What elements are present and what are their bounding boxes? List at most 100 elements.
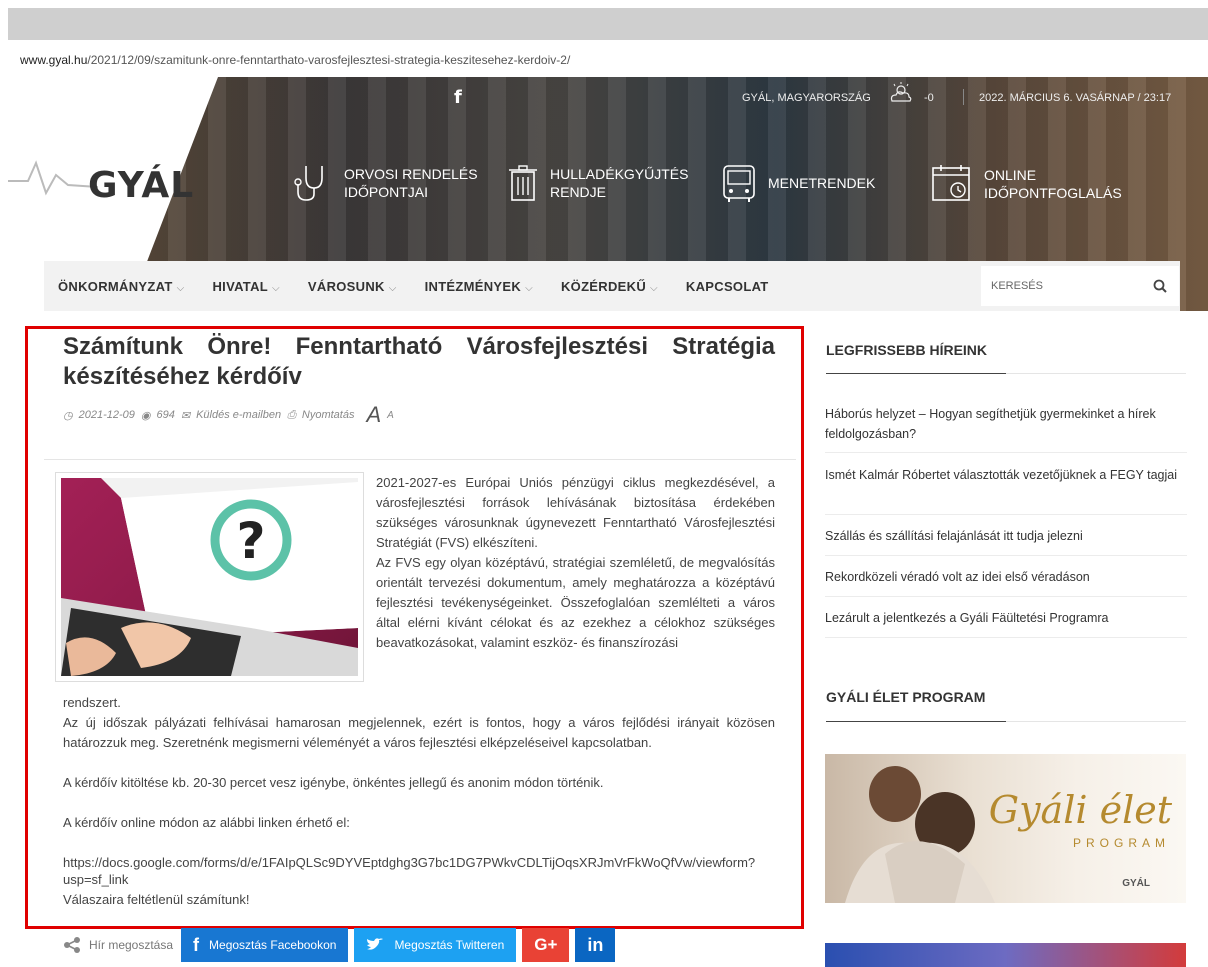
calendar-clock-icon: [932, 165, 970, 201]
heading-underline: [826, 373, 1186, 374]
address-bar[interactable]: www.gyal.hu/2021/12/09/szamitunk-onre-fe…: [8, 44, 1208, 76]
nav-hivatal[interactable]: HIVATAL ⌵: [212, 279, 279, 294]
nav-label: VÁROSUNK: [307, 278, 385, 294]
divider: [825, 555, 1187, 556]
divider: [825, 514, 1187, 515]
paragraph: A kérdőív kitöltése kb. 20-30 percet ves…: [63, 775, 604, 790]
paragraph: Az FVS egy olyan középtávú, stratégiai s…: [376, 555, 775, 650]
nav-intezmenyek[interactable]: INTÉZMÉNYEK ⌵: [425, 279, 533, 294]
article-title: Számítunk Önre! Fenntartható Városfejles…: [63, 333, 775, 390]
survey-link-cont[interactable]: usp=sf_link: [63, 870, 775, 890]
share-icon: [64, 937, 80, 953]
article-views: 694: [156, 409, 175, 421]
logo-heartbeat-icon: [8, 160, 98, 196]
tile-hulladek[interactable]: HULLADÉKGYŰJTÉS RENDJE: [506, 162, 688, 204]
trash-icon: [509, 165, 537, 201]
paragraph: 2021-2027-es Európai Uniós pénzügyi cikl…: [376, 475, 775, 550]
share-bar: Hír megosztása f Megosztás Facebookon Me…: [63, 928, 621, 962]
tile-hulladek-line1: HULLADÉKGYŰJTÉS: [550, 166, 689, 182]
chevron-down-icon: ⌵: [650, 282, 658, 294]
stethoscope-icon: [294, 166, 323, 201]
article-date: 2021-12-09: [78, 409, 135, 421]
nav-label: HIVATAL: [212, 278, 269, 294]
datetime: 2022. MÁRCIUS 6. VASÁRNAP / 23:17: [979, 92, 1172, 104]
chevron-down-icon: ⌵: [388, 282, 397, 294]
latest-news-heading: LEGFRISSEBB HÍREINK: [826, 342, 988, 358]
print-link[interactable]: Nyomtatás: [302, 409, 355, 421]
nav-kozerdeku[interactable]: KÖZÉRDEKŰ ⌵: [561, 279, 658, 294]
paragraph: rendszert.: [63, 695, 121, 710]
divider: [963, 89, 964, 105]
nav-label: INTÉZMÉNYEK: [424, 278, 522, 294]
share-facebook-label: Megosztás Facebookon: [209, 938, 337, 952]
nav-kapcsolat[interactable]: KAPCSOLAT: [686, 279, 769, 294]
share-label: Hír megosztása: [63, 937, 173, 953]
share-gplus-button[interactable]: G+: [522, 928, 570, 962]
email-link[interactable]: Küldés e-mailben: [196, 409, 281, 421]
tile-online-line1: ONLINE: [984, 167, 1037, 183]
divider: [825, 452, 1187, 453]
linkedin-icon: in: [587, 934, 604, 955]
font-increase-button[interactable]: A: [366, 402, 381, 428]
program-heading: GYÁLI ÉLET PROGRAM: [826, 689, 986, 705]
search-input[interactable]: KERESÉS: [981, 266, 1179, 306]
gplus-icon: G+: [534, 935, 558, 954]
facebook-icon[interactable]: f: [454, 87, 462, 108]
laptop-question-image: ?: [61, 478, 358, 676]
location-text: GYÁL, MAGYARORSZÁG: [742, 92, 871, 104]
news-item[interactable]: Háborús helyzet – Hogyan segíthetjük gye…: [825, 404, 1185, 444]
share-label-text: Hír megosztása: [89, 938, 174, 952]
bus-icon: [723, 165, 755, 202]
banner-script: Gyáli élet: [988, 788, 1172, 832]
gyali-elet-banner[interactable]: Gyáli élet PROGRAM GYÁL: [825, 754, 1186, 903]
divider: [44, 459, 796, 460]
chevron-down-icon: ⌵: [525, 282, 533, 294]
paragraph: Az új időszak pályázati felhívásai hamar…: [63, 715, 775, 750]
nav-label: KÖZÉRDEKŰ: [560, 278, 647, 294]
facebook-icon: f: [193, 934, 200, 955]
nav-label: KAPCSOLAT: [685, 278, 769, 294]
browser-top: [0, 0, 1208, 40]
tile-hulladek-line2: RENDJE: [550, 184, 607, 200]
heading-underline: [826, 721, 1186, 722]
sidebar-ad[interactable]: [825, 943, 1186, 967]
share-twitter-button[interactable]: Megosztás Twitteren: [354, 928, 517, 962]
divider: [825, 596, 1187, 597]
news-item[interactable]: Ismét Kalmár Róbertet választották vezet…: [825, 465, 1185, 485]
article-meta: ◷ 2021-12-09 ◉ 694 ✉ Küldés e-mailben ⎙ …: [63, 402, 400, 428]
tile-online-line2: IDŐPONTFOGLALÁS: [984, 185, 1122, 201]
tile-menetrend[interactable]: MENETRENDEK: [720, 162, 875, 204]
tile-menetrend-line1: MENETRENDEK: [768, 175, 876, 191]
svg-text:?: ?: [236, 512, 265, 570]
twitter-icon: [367, 938, 384, 950]
font-decrease-button[interactable]: A: [387, 410, 394, 421]
nav-varosunk[interactable]: VÁROSUNK ⌵: [308, 279, 397, 294]
nav-onkormanyzat[interactable]: ÖNKORMÁNYZAT ⌵: [58, 279, 184, 294]
site-logo[interactable]: GYÁL: [88, 165, 194, 206]
cloud-sun-icon: [890, 82, 912, 102]
search-placeholder: KERESÉS: [991, 280, 1043, 292]
banner-logo: GYÁL: [1122, 878, 1150, 889]
news-item[interactable]: Szállás és szállítási felajánlását itt t…: [825, 526, 1185, 546]
tile-orvosi[interactable]: ORVOSI RENDELÉS IDŐPONTJAI: [288, 162, 478, 204]
search-icon[interactable]: [1153, 279, 1167, 293]
eye-icon: ◉: [140, 409, 151, 422]
article-image: ?: [55, 472, 364, 682]
tile-orvosi-line2: IDŐPONTJAI: [344, 184, 429, 200]
nav-label: ÖNKORMÁNYZAT: [58, 278, 173, 294]
article-intro-wrap: 2021-2027-es Európai Uniós pénzügyi cikl…: [376, 473, 775, 653]
print-icon: ⎙: [287, 408, 296, 421]
browser-tabstrip: [8, 8, 1208, 40]
url-path: /2021/12/09/szamitunk-onre-fenntarthato-…: [87, 53, 571, 67]
news-item[interactable]: Rekordközeli véradó volt az idei első vé…: [825, 567, 1185, 587]
divider: [825, 637, 1187, 638]
share-facebook-button[interactable]: f Megosztás Facebookon: [181, 928, 349, 962]
url-host: www.gyal.hu: [20, 53, 88, 67]
paragraph: A kérdőív online módon az alábbi linken …: [63, 815, 350, 830]
clock-icon: ◷: [63, 409, 73, 422]
paragraph: Válaszaira feltétlenül számítunk!: [63, 892, 250, 907]
tile-online[interactable]: ONLINE IDŐPONTFOGLALÁS: [930, 162, 1122, 206]
news-item[interactable]: Lezárult a jelentkezés a Gyáli Fäültetés…: [825, 608, 1185, 628]
banner-sub: PROGRAM: [1072, 836, 1170, 850]
share-linkedin-button[interactable]: in: [575, 928, 616, 962]
